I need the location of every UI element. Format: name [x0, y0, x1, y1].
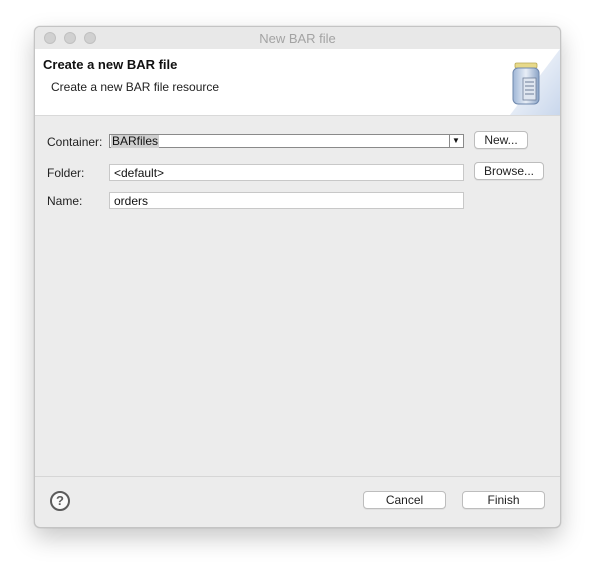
- browse-folder-button[interactable]: Browse...: [474, 162, 544, 180]
- bar-file-jar-icon: [510, 49, 560, 115]
- container-value: BARfiles: [111, 134, 160, 148]
- title-bar[interactable]: New BAR file: [35, 27, 560, 50]
- new-container-button[interactable]: New...: [474, 131, 528, 149]
- name-label: Name:: [47, 194, 83, 208]
- window-title: New BAR file: [259, 31, 336, 46]
- footer-divider: [35, 476, 560, 477]
- new-bar-file-dialog: New BAR file Create a new BAR file Creat…: [34, 26, 561, 528]
- wizard-header: Create a new BAR file Create a new BAR f…: [35, 49, 560, 116]
- folder-label: Folder:: [47, 166, 85, 180]
- container-label: Container:: [47, 135, 103, 149]
- name-field[interactable]: [109, 192, 464, 209]
- help-icon[interactable]: ?: [50, 491, 70, 511]
- cancel-button[interactable]: Cancel: [363, 491, 446, 509]
- chevron-down-icon[interactable]: ▼: [449, 135, 462, 147]
- finish-button[interactable]: Finish: [462, 491, 545, 509]
- folder-field[interactable]: [109, 164, 464, 181]
- wizard-subtitle: Create a new BAR file resource: [51, 80, 220, 94]
- wizard-title: Create a new BAR file: [43, 57, 178, 72]
- container-combo[interactable]: BARfiles ▼: [109, 134, 464, 148]
